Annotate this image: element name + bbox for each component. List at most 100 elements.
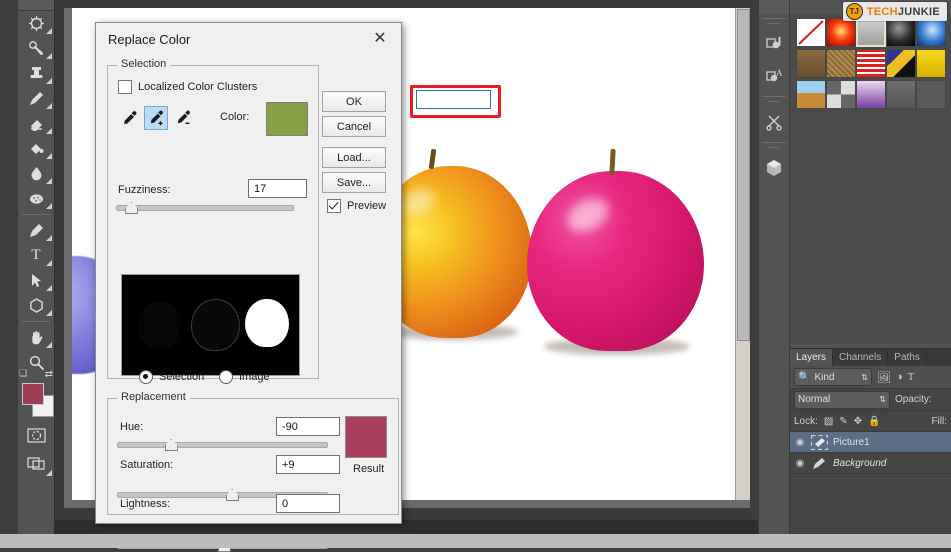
path-selection-tool[interactable]	[18, 268, 54, 293]
red-stripes-style[interactable]	[856, 49, 886, 78]
localized-color-clusters-checkbox[interactable]: Localized Color Clusters	[118, 80, 257, 94]
layer-filter-row: 🔍 Kind ⇅ 🖼 ◑ T	[790, 366, 951, 389]
save-button[interactable]: Save...	[322, 172, 386, 193]
saturation-input[interactable]: +9	[276, 455, 340, 474]
type-filter-icon[interactable]: T	[908, 371, 915, 383]
fuzziness-input[interactable]: 17	[248, 179, 307, 198]
layer-visibility-icon[interactable]: ◉	[794, 458, 806, 469]
adjustment-filter-icon[interactable]: ◑	[896, 371, 903, 383]
layer-thumbnail	[811, 434, 828, 450]
rail-drag-dots: ▪▪▪▪	[768, 21, 780, 27]
style-thumbnail	[797, 50, 825, 77]
color-swatches[interactable]: ⇄ ❏	[18, 368, 54, 423]
history-brush-tool[interactable]	[18, 86, 54, 111]
selection-color-swatch[interactable]	[266, 102, 308, 136]
replacement-group: Replacement Hue: -90 Saturation: +9 Ligh…	[107, 391, 399, 552]
layer-kind-select[interactable]: 🔍 Kind ⇅	[794, 368, 872, 386]
shape-tool[interactable]	[18, 293, 54, 318]
sponge-tool[interactable]	[18, 186, 54, 211]
eyedropper-tool[interactable]	[118, 107, 140, 129]
slider-track	[117, 442, 328, 448]
style-thumbnail	[887, 50, 915, 77]
gray-shadow-style[interactable]	[886, 80, 916, 109]
lock-transparent-icon[interactable]: ▨	[824, 416, 833, 427]
lock-position-icon[interactable]: ✥	[854, 416, 862, 427]
toolbar-grip[interactable]	[18, 0, 54, 11]
purple-gradient-style[interactable]	[856, 80, 886, 109]
paint-bucket-tool[interactable]	[18, 136, 54, 161]
default-style[interactable]	[856, 18, 886, 47]
style-thumbnail	[827, 19, 855, 46]
sand-texture-style[interactable]	[826, 49, 856, 78]
result-label: Result	[353, 463, 385, 475]
image-filter-icon[interactable]: 🖼	[877, 371, 891, 384]
ribbon-style[interactable]	[886, 49, 916, 78]
apple-stem	[428, 148, 436, 170]
clone-stamp-tool[interactable]	[18, 61, 54, 86]
red-glow-style[interactable]	[826, 18, 856, 47]
lightness-input[interactable]: 0	[276, 494, 340, 513]
blue-chrome-style[interactable]	[916, 18, 946, 47]
preview-mode-image-radio[interactable]: Image	[219, 370, 270, 384]
canvas-vertical-scrollbar[interactable]	[735, 8, 750, 500]
dodge-tool[interactable]	[18, 161, 54, 186]
tan-texture-style[interactable]	[796, 49, 826, 78]
slider-thumb[interactable]	[225, 489, 239, 501]
lock-all-icon[interactable]: 🔒	[868, 416, 880, 427]
eyedropper-add-tool[interactable]	[144, 106, 168, 130]
dialog-title-bar[interactable]: Replace Color ✕	[96, 23, 401, 55]
black-sphere-style[interactable]	[886, 18, 916, 47]
smudge-tool[interactable]	[18, 36, 54, 61]
layer-visibility-icon[interactable]: ◉	[794, 437, 806, 448]
empty-style[interactable]	[916, 80, 946, 109]
character-panel-icon[interactable]: A	[759, 60, 789, 92]
selection-preview-thumbnail[interactable]	[121, 274, 300, 376]
quick-mask-button[interactable]	[18, 423, 54, 448]
pen-tool[interactable]	[18, 218, 54, 243]
default-colors-icon[interactable]: ❏	[19, 368, 27, 379]
replacement-group-label: Replacement	[117, 391, 190, 403]
hand-tool[interactable]	[18, 325, 54, 350]
preview-mode-selection-radio[interactable]: Selection	[139, 370, 204, 384]
yellow-box-style[interactable]	[916, 49, 946, 78]
ok-button[interactable]: OK	[322, 91, 386, 112]
cancel-button[interactable]: Cancel	[322, 116, 386, 137]
slider-thumb[interactable]	[164, 439, 178, 451]
tab-paths[interactable]: Paths	[888, 349, 927, 366]
style-thumbnail	[917, 50, 945, 77]
layer-row-picture1[interactable]: ◉ Picture1	[790, 432, 951, 453]
color-label: Color:	[220, 111, 250, 123]
techjunkie-watermark: TJ TECHJUNKIE	[842, 2, 947, 21]
load-button[interactable]: Load...	[322, 147, 386, 168]
layer-row-background[interactable]: ◉ Background	[790, 453, 951, 474]
fuzziness-slider[interactable]	[116, 201, 294, 214]
type-tool[interactable]: T	[18, 243, 54, 268]
eyedropper-subtract-tool[interactable]	[172, 107, 194, 129]
tab-channels[interactable]: Channels	[833, 349, 889, 366]
landscape-style[interactable]	[796, 80, 826, 109]
hue-slider[interactable]	[117, 438, 328, 451]
scrollbar-thumb[interactable]	[737, 9, 750, 341]
left-gutter	[0, 0, 18, 548]
preview-checkbox[interactable]: Preview	[327, 199, 386, 213]
lock-image-icon[interactable]: ✎	[839, 416, 847, 427]
screen-mode-button[interactable]	[18, 448, 54, 478]
layers-panel: Layers Channels Paths 🔍 Kind ⇅ 🖼 ◑ T Nor…	[790, 348, 951, 535]
rail-grip[interactable]	[759, 0, 789, 14]
hue-input[interactable]: -90	[276, 417, 340, 436]
eyedropper-group	[118, 106, 194, 130]
swap-colors-icon[interactable]: ⇄	[45, 369, 53, 380]
blur-tool[interactable]	[18, 11, 54, 36]
radio-button	[139, 370, 153, 384]
none-style[interactable]	[796, 18, 826, 47]
3d-panel-icon[interactable]	[759, 152, 789, 184]
blend-mode-select[interactable]: Normal ⇅	[794, 390, 890, 409]
eraser-tool[interactable]	[18, 111, 54, 136]
actions-panel-icon[interactable]	[759, 106, 789, 138]
tab-layers[interactable]: Layers	[790, 349, 834, 366]
noise-style[interactable]	[826, 80, 856, 109]
foreground-color-swatch[interactable]	[22, 383, 44, 405]
close-icon[interactable]: ✕	[367, 28, 393, 50]
adjustments-panel-icon[interactable]	[759, 28, 789, 60]
slider-thumb[interactable]	[125, 202, 139, 214]
